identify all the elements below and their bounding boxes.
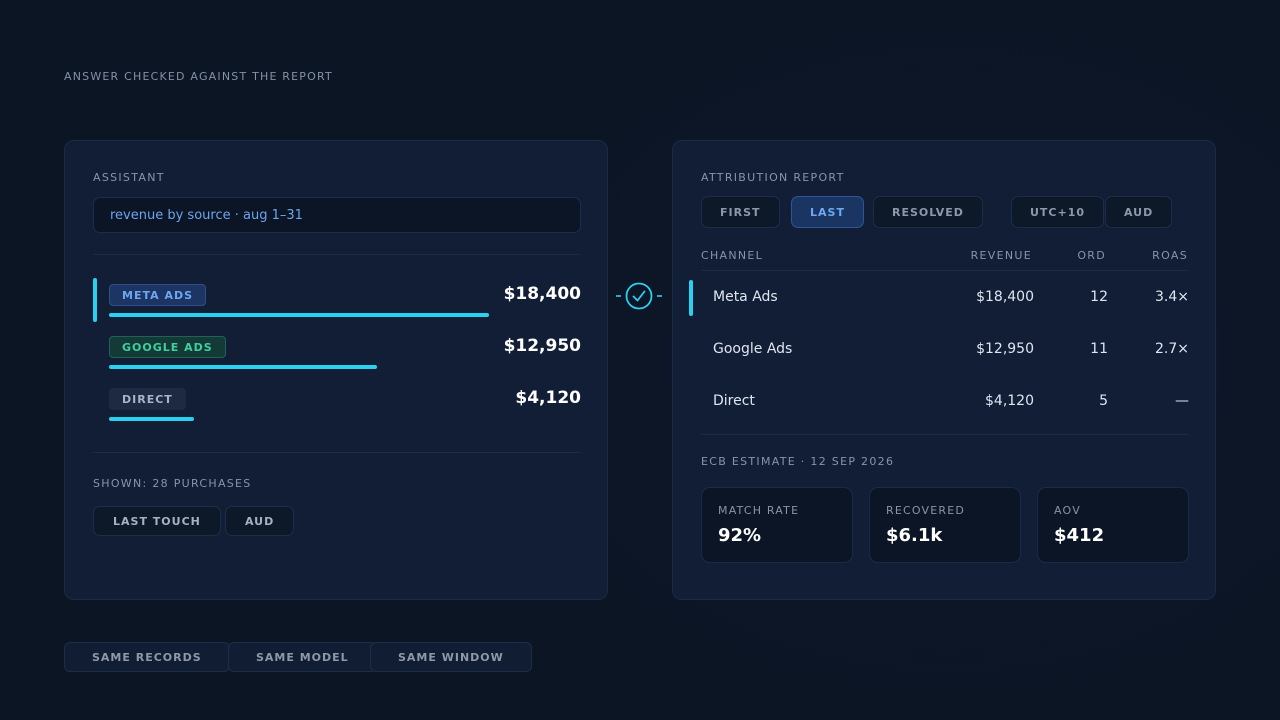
- source-revenue-bar: [109, 313, 489, 317]
- source-row-meta-ads[interactable]: META ADS $18,400: [93, 278, 581, 323]
- assistant-panel: ASSISTANT revenue by source · aug 1–31 M…: [64, 140, 608, 600]
- selected-accent-bar: [93, 278, 97, 322]
- table-row[interactable]: Google Ads $12,950 11 2.7×: [701, 332, 1189, 368]
- column-header-orders: ORD: [1077, 249, 1106, 262]
- metric-card-recovered: RECOVERED $6.1k: [869, 487, 1021, 563]
- timezone-option[interactable]: UTC+10: [1011, 196, 1105, 228]
- metric-label: RECOVERED: [886, 504, 966, 517]
- roas-cell: —: [1175, 393, 1189, 409]
- footer-same-records[interactable]: SAME RECORDS: [64, 642, 230, 672]
- column-header-revenue: REVENUE: [970, 249, 1032, 262]
- roas-cell: 3.4×: [1155, 289, 1189, 305]
- roas-cell: 2.7×: [1155, 341, 1189, 357]
- table-row[interactable]: Meta Ads $18,400 12 3.4×: [689, 280, 1189, 316]
- assistant-query[interactable]: revenue by source · aug 1–31: [93, 197, 581, 233]
- page-caption: ANSWER CHECKED AGAINST THE REPORT: [64, 70, 333, 83]
- estimate-label: ECB ESTIMATE · 12 SEP 2026: [701, 455, 895, 468]
- metric-value: $6.1k: [886, 525, 943, 546]
- footer-same-window[interactable]: SAME WINDOW: [370, 642, 532, 672]
- source-value: $12,950: [503, 336, 581, 356]
- orders-cell: 11: [1090, 341, 1108, 357]
- metric-card-match-rate: MATCH RATE 92%: [701, 487, 853, 563]
- table-row[interactable]: Direct $4,120 5 —: [701, 384, 1189, 420]
- divider: [93, 254, 581, 255]
- currency-option[interactable]: AUD: [1105, 196, 1173, 228]
- divider: [701, 270, 1189, 271]
- column-header-channel: CHANNEL: [701, 249, 764, 262]
- column-header-roas: ROAS: [1152, 249, 1188, 262]
- tab-last[interactable]: LAST: [791, 196, 864, 228]
- channel-name: Google Ads: [713, 341, 793, 357]
- tag-currency[interactable]: AUD: [225, 506, 295, 536]
- shown-count: SHOWN: 28 PURCHASES: [93, 477, 252, 490]
- metric-value: $412: [1054, 525, 1105, 546]
- assistant-label: ASSISTANT: [93, 171, 165, 184]
- source-row-google-ads[interactable]: GOOGLE ADS $12,950: [93, 331, 581, 375]
- selected-accent-bar: [689, 280, 693, 316]
- metric-label: MATCH RATE: [718, 504, 800, 517]
- metric-value: 92%: [718, 525, 762, 546]
- orders-cell: 5: [1099, 393, 1108, 409]
- report-label: ATTRIBUTION REPORT: [701, 171, 845, 184]
- source-value: $18,400: [503, 284, 581, 304]
- divider: [701, 434, 1189, 435]
- tag-last-touch[interactable]: LAST TOUCH: [93, 506, 221, 536]
- revenue-cell: $4,120: [985, 393, 1034, 409]
- tab-resolved[interactable]: RESOLVED: [873, 196, 983, 228]
- source-revenue-bar: [109, 417, 194, 421]
- source-chip-meta-ads: META ADS: [109, 284, 207, 306]
- revenue-cell: $12,950: [976, 341, 1034, 357]
- revenue-cell: $18,400: [976, 289, 1034, 305]
- metric-card-aov: AOV $412: [1037, 487, 1189, 563]
- footer-same-model[interactable]: SAME MODEL: [228, 642, 377, 672]
- source-row-direct[interactable]: DIRECT $4,120: [93, 383, 581, 427]
- divider: [93, 452, 581, 453]
- check-circle-icon: [616, 282, 662, 310]
- source-revenue-bar: [109, 365, 377, 369]
- source-chip-direct: DIRECT: [109, 388, 186, 410]
- tab-first[interactable]: FIRST: [701, 196, 780, 228]
- source-chip-google-ads: GOOGLE ADS: [109, 336, 226, 358]
- source-value: $4,120: [515, 388, 581, 408]
- channel-name: Meta Ads: [713, 289, 778, 305]
- channel-name: Direct: [713, 393, 755, 409]
- orders-cell: 12: [1090, 289, 1108, 305]
- metric-label: AOV: [1054, 504, 1081, 517]
- attribution-report-panel: ATTRIBUTION REPORT FIRST LAST RESOLVED U…: [672, 140, 1216, 600]
